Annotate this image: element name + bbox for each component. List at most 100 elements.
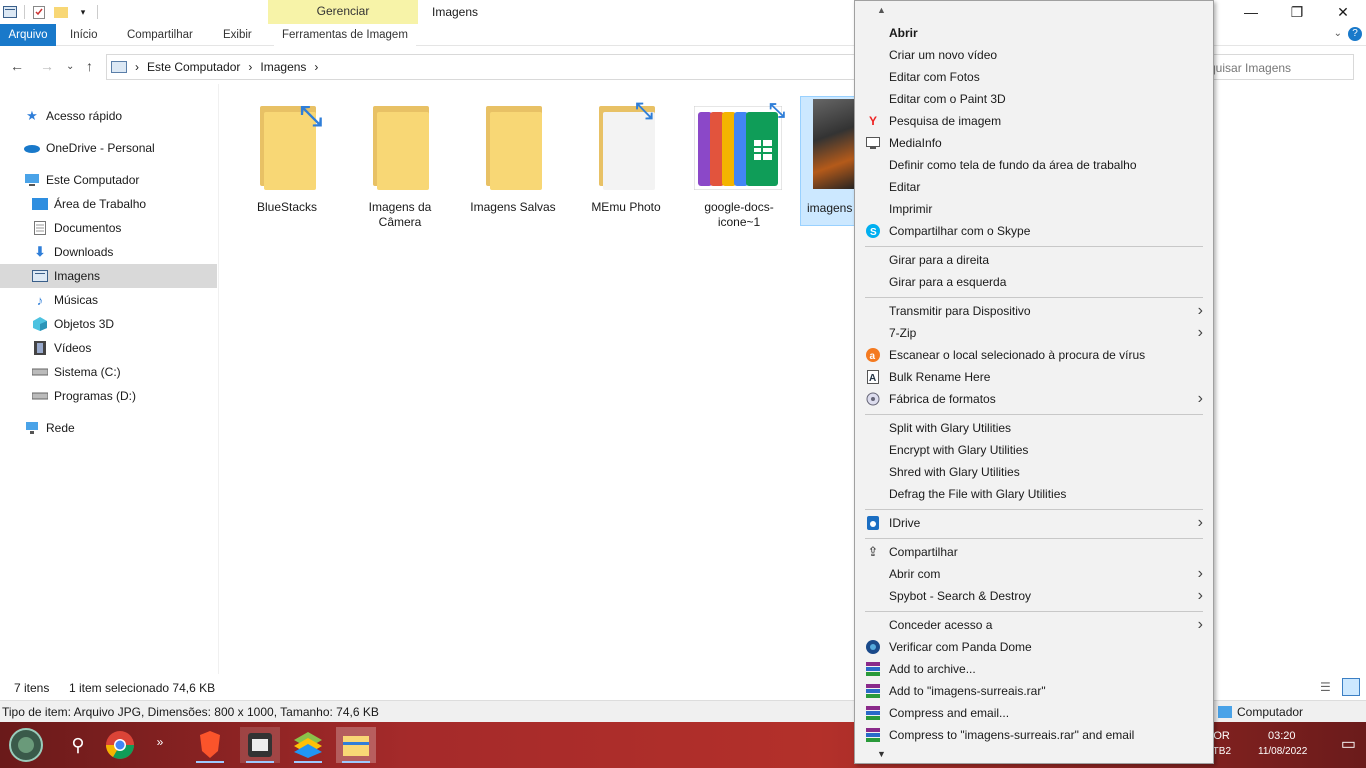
maximize-button[interactable]: ❐ bbox=[1274, 0, 1320, 24]
menu-item-fabrica-de-formatos[interactable]: Fábrica de formatos › bbox=[855, 388, 1213, 410]
cloud-icon bbox=[24, 140, 40, 156]
menu-item-compress-and-email[interactable]: Compress and email... bbox=[855, 702, 1213, 724]
menu-item-girar-esquerda[interactable]: Girar para a esquerda bbox=[855, 271, 1213, 293]
menu-item-abrir-com[interactable]: Abrir com › bbox=[855, 563, 1213, 585]
brave-icon[interactable] bbox=[190, 727, 230, 763]
file-item-imagens-salvas[interactable]: Imagens Salvas bbox=[458, 96, 568, 226]
menu-item-compartilhar-skype[interactable]: S Compartilhar com o Skype bbox=[855, 220, 1213, 242]
drive-icon bbox=[32, 388, 48, 404]
menu-item-mediainfo[interactable]: MediaInfo bbox=[855, 132, 1213, 154]
menu-item-label: Editar bbox=[889, 180, 921, 194]
window-icon[interactable] bbox=[2, 4, 18, 20]
new-folder-icon[interactable] bbox=[53, 4, 69, 20]
expand-ribbon-icon[interactable]: ⌄ bbox=[1334, 28, 1342, 39]
tab-ferramentas-de-imagem[interactable]: Ferramentas de Imagem bbox=[274, 24, 416, 46]
menu-separator bbox=[865, 538, 1203, 539]
sidebar-item-videos[interactable]: Vídeos bbox=[0, 336, 217, 360]
menu-item-editar[interactable]: Editar bbox=[855, 176, 1213, 198]
chevron-down-icon[interactable]: ▾ bbox=[75, 4, 91, 20]
file-item-imagens-da-camera[interactable]: Imagens da Câmera bbox=[345, 96, 455, 229]
sidebar-item-downloads[interactable]: ⬇ Downloads bbox=[0, 240, 217, 264]
menu-item-editar-com-fotos[interactable]: Editar com Fotos bbox=[855, 66, 1213, 88]
properties-icon[interactable] bbox=[31, 4, 47, 20]
menu-item-girar-direita[interactable]: Girar para a direita bbox=[855, 249, 1213, 271]
minimize-button[interactable]: — bbox=[1228, 0, 1274, 24]
file-item-imagens-surreais[interactable]: imagens bbox=[800, 96, 856, 226]
menu-scroll-up-icon[interactable]: ▲ bbox=[877, 5, 886, 15]
breadcrumb-imagens[interactable]: Imagens bbox=[260, 60, 306, 74]
forward-arrow-icon[interactable]: → bbox=[40, 58, 54, 74]
sidebar-item-label: Programas (D:) bbox=[54, 389, 137, 403]
sidebar-item-area-de-trabalho[interactable]: Área de Trabalho bbox=[0, 192, 217, 216]
item-details: Tipo de item: Arquivo JPG, Dimensões: 80… bbox=[2, 705, 379, 719]
start-button[interactable] bbox=[6, 727, 46, 763]
sidebar-item-imagens[interactable]: Imagens bbox=[0, 264, 217, 288]
overflow-chevron-icon[interactable]: » bbox=[150, 724, 170, 760]
menu-item-compress-to-rar-and-email[interactable]: Compress to "imagens-surreais.rar" and e… bbox=[855, 724, 1213, 746]
menu-item-bulk-rename[interactable]: A Bulk Rename Here bbox=[855, 366, 1213, 388]
sidebar-item-onedrive[interactable]: OneDrive - Personal bbox=[0, 136, 217, 160]
bluestacks-icon[interactable] bbox=[288, 727, 328, 763]
sidebar-item-acesso-rapido[interactable]: ★ Acesso rápido bbox=[0, 104, 217, 128]
menu-item-transmitir[interactable]: Transmitir para Dispositivo › bbox=[855, 300, 1213, 322]
tab-exibir[interactable]: Exibir bbox=[215, 24, 260, 46]
help-icon[interactable]: ? bbox=[1348, 27, 1362, 41]
menu-item-criar-novo-video[interactable]: Criar um novo vídeo bbox=[855, 44, 1213, 66]
sidebar-item-objetos-3d[interactable]: Objetos 3D bbox=[0, 312, 217, 336]
sidebar-item-este-computador[interactable]: Este Computador bbox=[0, 168, 217, 192]
back-arrow-icon[interactable]: ← bbox=[10, 58, 24, 74]
menu-scroll-down-icon[interactable]: ▼ bbox=[877, 749, 886, 759]
menu-item-shred-glary[interactable]: Shred with Glary Utilities bbox=[855, 461, 1213, 483]
menu-item-editar-paint-3d[interactable]: Editar com o Paint 3D bbox=[855, 88, 1213, 110]
file-item-bluestacks[interactable]: ⤡ BlueStacks bbox=[232, 96, 342, 226]
search-input[interactable]: quisar Imagens bbox=[1200, 54, 1354, 80]
close-button[interactable]: ✕ bbox=[1320, 0, 1366, 24]
file-item-memu-photo[interactable]: ⤡ MEmu Photo bbox=[571, 96, 681, 226]
menu-item-escanear-virus[interactable]: a Escanear o local selecionado à procura … bbox=[855, 344, 1213, 366]
menu-item-encrypt-glary[interactable]: Encrypt with Glary Utilities bbox=[855, 439, 1213, 461]
file-explorer-icon[interactable] bbox=[336, 727, 376, 763]
sidebar-item-documentos[interactable]: Documentos bbox=[0, 216, 217, 240]
menu-item-add-to-archive[interactable]: Add to archive... bbox=[855, 658, 1213, 680]
menu-item-pesquisa-de-imagem[interactable]: Y Pesquisa de imagem bbox=[855, 110, 1213, 132]
menu-item-split-glary[interactable]: Split with Glary Utilities bbox=[855, 417, 1213, 439]
pane-divider[interactable] bbox=[218, 84, 219, 674]
clock-date[interactable]: 11/08/2022 bbox=[1258, 746, 1318, 757]
menu-item-spybot[interactable]: Spybot - Search & Destroy › bbox=[855, 585, 1213, 607]
menu-item-abrir[interactable]: Abrir bbox=[855, 22, 1213, 44]
recent-locations-icon[interactable]: ⌄ bbox=[66, 61, 74, 72]
sidebar-item-sistema-c[interactable]: Sistema (C:) bbox=[0, 360, 217, 384]
menu-item-definir-tela-de-fundo[interactable]: Definir como tela de fundo da área de tr… bbox=[855, 154, 1213, 176]
sidebar-item-rede[interactable]: Rede bbox=[0, 416, 217, 440]
large-icons-view-icon[interactable] bbox=[1342, 678, 1360, 696]
menu-item-label: Abrir com bbox=[889, 567, 941, 581]
menu-item-idrive[interactable]: IDrive › bbox=[855, 512, 1213, 534]
sidebar-item-programas-d[interactable]: Programas (D:) bbox=[0, 384, 217, 408]
menu-separator bbox=[865, 414, 1203, 415]
chrome-icon[interactable] bbox=[100, 727, 140, 763]
menu-item-add-to-rar[interactable]: Add to "imagens-surreais.rar" bbox=[855, 680, 1213, 702]
tab-compartilhar[interactable]: Compartilhar bbox=[119, 24, 201, 46]
details-view-icon[interactable]: ☰ bbox=[1320, 680, 1331, 694]
up-arrow-icon[interactable]: ↑ bbox=[86, 58, 93, 74]
menu-item-label: 7-Zip bbox=[889, 326, 917, 340]
menu-item-conceder-acesso[interactable]: Conceder acesso a › bbox=[855, 614, 1213, 636]
breadcrumb-este-computador[interactable]: Este Computador bbox=[147, 60, 240, 74]
notifications-icon[interactable]: ▭ bbox=[1341, 734, 1356, 754]
menu-item-compartilhar[interactable]: ⇪ Compartilhar bbox=[855, 541, 1213, 563]
file-item-google-docs-icone[interactable]: ⤡ google-docs-icone~1 bbox=[684, 96, 794, 229]
clock-time[interactable]: 03:20 bbox=[1268, 730, 1308, 742]
menu-item-label: Escanear o local selecionado à procura d… bbox=[889, 348, 1146, 362]
sidebar-item-musicas[interactable]: ♪ Músicas bbox=[0, 288, 217, 312]
menu-item-7-zip[interactable]: 7-Zip › bbox=[855, 322, 1213, 344]
address-bar[interactable]: › Este Computador › Imagens › bbox=[106, 54, 856, 80]
menu-item-imprimir[interactable]: Imprimir bbox=[855, 198, 1213, 220]
svg-text:A: A bbox=[869, 373, 876, 384]
search-icon[interactable]: ⚲ bbox=[58, 727, 98, 763]
menu-item-defrag-glary[interactable]: Defrag the File with Glary Utilities bbox=[855, 483, 1213, 505]
menu-item-panda-dome[interactable]: Verificar com Panda Dome bbox=[855, 636, 1213, 658]
tab-arquivo[interactable]: Arquivo bbox=[0, 24, 56, 46]
sidebar-item-label: Vídeos bbox=[54, 341, 92, 355]
tab-inicio[interactable]: Início bbox=[62, 24, 106, 46]
video-editor-icon[interactable] bbox=[240, 727, 280, 763]
